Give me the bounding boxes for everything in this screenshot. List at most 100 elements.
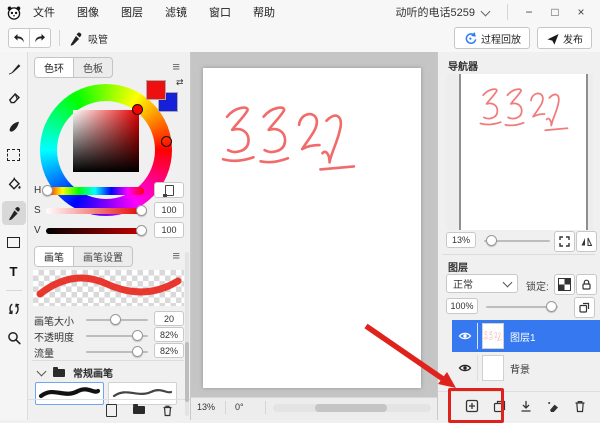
panel-divider xyxy=(32,360,184,361)
delete-layer-button[interactable] xyxy=(572,398,588,414)
flip-horizontal-button[interactable] xyxy=(576,231,597,252)
layer1-thumbnail[interactable] xyxy=(482,323,504,349)
fit-screen-button[interactable] xyxy=(554,231,575,252)
tab-color-swatches[interactable]: 色板 xyxy=(73,58,112,77)
layer1-thumb-strokes xyxy=(483,331,503,341)
navigator-zoom-handle[interactable] xyxy=(486,235,497,246)
chevron-down-icon[interactable] xyxy=(36,366,47,377)
menu-image[interactable]: 图像 xyxy=(66,4,110,20)
hue-slider-track[interactable] xyxy=(46,187,144,195)
canvas-area: 13% 0° xyxy=(191,52,437,420)
merge-down-button[interactable] xyxy=(518,398,534,414)
undo-icon xyxy=(14,34,24,43)
brush-tool-button[interactable] xyxy=(2,56,26,80)
menu-file[interactable]: 文件 xyxy=(22,4,66,20)
clipping-mask-button[interactable] xyxy=(574,297,595,318)
title-chevron-down-icon[interactable] xyxy=(480,6,491,16)
brush-panel-menu-icon[interactable]: ≡ xyxy=(172,249,180,262)
canvas-h-scroll-thumb[interactable] xyxy=(315,404,387,412)
brush-size-row: 画笔大小 20 xyxy=(34,311,184,328)
redo-icon xyxy=(35,34,45,43)
rotate-tool-button[interactable] xyxy=(2,297,26,321)
canvas-rotation-value[interactable]: 0° xyxy=(235,402,244,412)
layer-opacity-value[interactable]: 100% xyxy=(446,298,478,314)
opacity-handle[interactable] xyxy=(132,330,143,341)
panel-divider xyxy=(442,254,595,255)
visibility-eye-icon[interactable] xyxy=(458,363,472,373)
canvas-h-scrollbar[interactable] xyxy=(273,404,431,412)
layer-row-background[interactable]: 背景 xyxy=(452,352,600,384)
color-panel-menu-icon[interactable]: ≡ xyxy=(172,60,180,73)
right-panel: 导航器 13% 图层 正常 锁定: 100% 图层1 背景 xyxy=(437,52,600,423)
smudge-tool-button[interactable] xyxy=(2,114,26,138)
new-brush-button[interactable] xyxy=(106,403,117,417)
canvas[interactable] xyxy=(203,68,421,388)
shape-tool-button[interactable] xyxy=(2,230,26,254)
padlock-icon xyxy=(582,279,591,290)
left-panel-scrollbar[interactable] xyxy=(185,252,189,416)
minimize-button[interactable]: − xyxy=(516,5,542,19)
maximize-button[interactable]: □ xyxy=(542,5,568,19)
eyedropper-tool-button[interactable] xyxy=(1,201,26,225)
saturation-value-picker[interactable] xyxy=(73,110,139,172)
delete-brush-button[interactable] xyxy=(161,404,174,417)
hue-paste-button[interactable] xyxy=(154,182,184,198)
foreground-color-swatch[interactable] xyxy=(146,80,166,100)
swap-colors-icon[interactable]: ⇄ xyxy=(176,77,184,88)
tab-brush[interactable]: 画笔 xyxy=(35,247,73,266)
navigator-zoom-value[interactable]: 13% xyxy=(446,232,476,248)
blend-mode-select[interactable]: 正常 xyxy=(446,274,518,293)
flow-handle[interactable] xyxy=(132,346,143,357)
flow-value[interactable]: 82% xyxy=(154,343,184,358)
menu-filter[interactable]: 滤镜 xyxy=(154,4,198,20)
sv-selector[interactable] xyxy=(132,104,143,115)
hue-selector[interactable] xyxy=(161,136,172,147)
opacity-value[interactable]: 82% xyxy=(154,327,184,342)
value-slider-handle[interactable] xyxy=(136,225,147,236)
tab-brush-settings[interactable]: 画笔设置 xyxy=(73,247,132,266)
canvas-zoom-value[interactable]: 13% xyxy=(197,402,215,412)
saturation-slider-track[interactable] xyxy=(46,208,144,214)
brush-size-handle[interactable] xyxy=(110,314,121,325)
zoom-tool-button[interactable] xyxy=(2,326,26,350)
text-tool-button[interactable]: T xyxy=(2,259,26,283)
value-value[interactable]: 100 xyxy=(154,222,184,238)
lock-alpha-button[interactable] xyxy=(554,274,575,295)
select-tool-button[interactable] xyxy=(2,143,26,167)
brush-size-value[interactable]: 20 xyxy=(154,311,184,326)
process-replay-button[interactable]: 过程回放 xyxy=(454,27,530,49)
chevron-down-icon xyxy=(502,277,513,288)
tool-divider xyxy=(5,290,22,291)
eraser-tool-button[interactable] xyxy=(2,85,26,109)
clear-layer-button[interactable] xyxy=(545,398,561,414)
publish-button[interactable]: 发布 xyxy=(537,27,592,49)
hue-slider-handle[interactable] xyxy=(42,185,53,196)
menu-window[interactable]: 窗口 xyxy=(198,4,242,20)
status-divider xyxy=(265,401,266,414)
value-slider-track[interactable] xyxy=(46,228,144,234)
fill-tool-button[interactable] xyxy=(2,172,26,196)
background-thumbnail[interactable] xyxy=(482,355,504,381)
redo-button[interactable] xyxy=(30,28,51,48)
lock-layer-button[interactable] xyxy=(576,274,597,295)
undo-button[interactable] xyxy=(8,28,30,48)
saturation-slider-handle[interactable] xyxy=(136,205,147,216)
close-button[interactable]: × xyxy=(568,5,594,19)
smudge-icon xyxy=(9,121,19,132)
menu-help[interactable]: 帮助 xyxy=(242,4,286,20)
app-window: 文件 图像 图层 滤镜 窗口 帮助 动听的电话5259 − □ × 吸管 过程回… xyxy=(0,0,600,423)
new-folder-button[interactable] xyxy=(133,404,145,414)
left-panel-scroll-thumb[interactable] xyxy=(185,342,189,402)
brush-folder-row[interactable]: 常规画笔 xyxy=(36,365,113,380)
tab-color-wheel[interactable]: 色环 xyxy=(35,58,73,77)
saturation-value[interactable]: 100 xyxy=(154,202,184,218)
color-tabs: 色环 色板 xyxy=(34,57,113,78)
layer-row-layer1[interactable]: 图层1 xyxy=(452,320,600,352)
menu-layer[interactable]: 图层 xyxy=(110,4,154,20)
eyedropper-icon xyxy=(70,32,82,46)
marquee-icon xyxy=(7,149,20,161)
navigator-canvas-right-edge xyxy=(586,74,588,230)
visibility-eye-icon[interactable] xyxy=(458,331,472,341)
navigator-preview[interactable] xyxy=(446,74,593,230)
layer-opacity-handle[interactable] xyxy=(546,301,557,312)
